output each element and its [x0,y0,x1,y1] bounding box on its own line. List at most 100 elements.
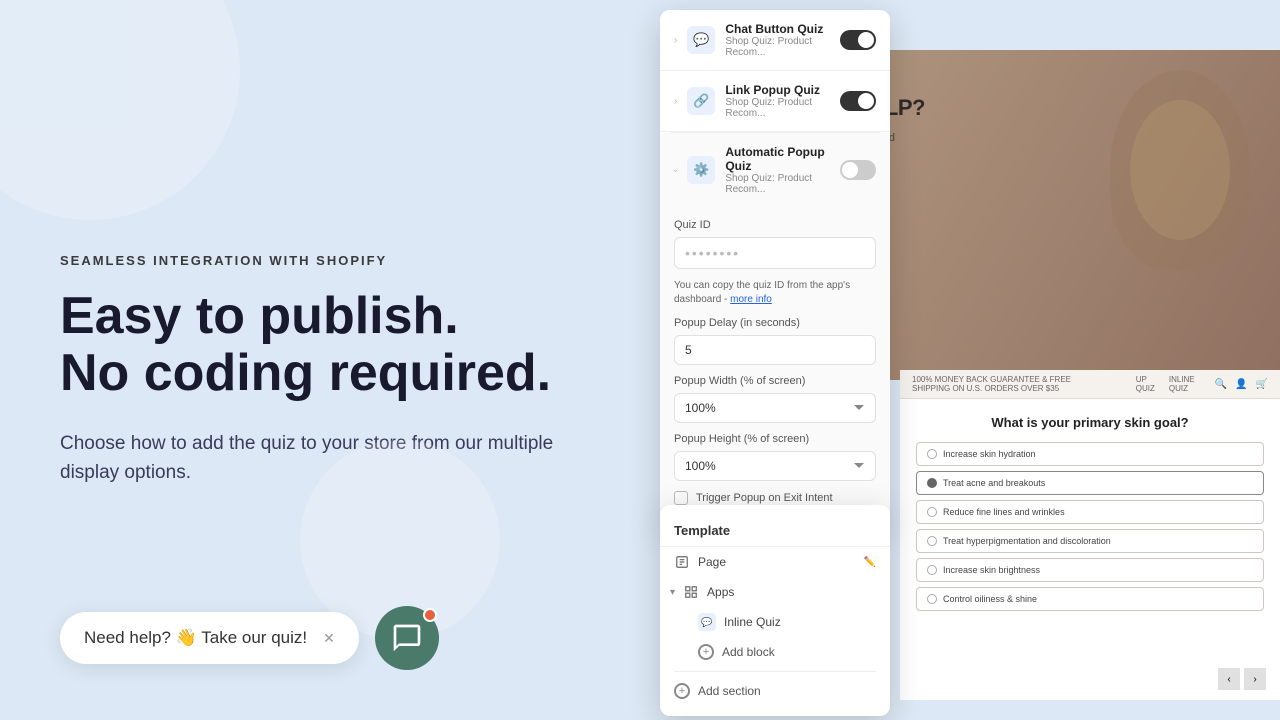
tpl-divider [674,671,876,672]
notification-dot [423,608,437,622]
option-label-5: Increase skin brightness [943,565,1040,575]
inline-quiz-icon: 💬 [698,613,716,631]
page-item[interactable]: Page ✏️ [660,547,890,577]
popup-width-label: Popup Width (% of screen) [674,375,876,387]
quiz-options: Increase skin hydration Treat acne and b… [916,442,1264,611]
chat-icon-button[interactable] [375,606,439,670]
quiz-id-section: Quiz ID You can copy the quiz ID from th… [660,207,890,525]
nav-store-header: 100% MONEY BACK GUARANTEE & FREE SHIPPIN… [912,375,1096,393]
quiz-icon-1: 💬 [687,26,715,54]
quiz-question: What is your primary skin goal? [916,415,1264,430]
quiz-id-label: Quiz ID [674,219,876,231]
chat-bubble[interactable]: Need help? 👋 Take our quiz! ✕ [60,612,359,664]
quiz-id-input[interactable] [674,237,876,269]
radio-5 [927,565,937,575]
chevron-right-icon-2: › [674,96,677,107]
quiz-option-3[interactable]: Reduce fine lines and wrinkles [916,500,1264,524]
page-label: Page [698,555,856,569]
chat-button-quiz-item[interactable]: › 💬 Chat Button Quiz Shop Quiz: Product … [660,10,890,71]
quiz-option-1[interactable]: Increase skin hydration [916,442,1264,466]
link-popup-quiz-item[interactable]: › 🔗 Link Popup Quiz Shop Quiz: Product R… [660,71,890,132]
nav-up-quiz[interactable]: UP QUIZ [1136,375,1155,393]
quiz-name-2: Link Popup Quiz [725,83,830,97]
skincare-quiz-panel: 100% MONEY BACK GUARANTEE & FREE SHIPPIN… [900,370,1280,700]
popup-delay-label: Popup Delay (in seconds) [674,317,876,329]
auto-popup-quiz-expanded: › ⚙️ Automatic Popup Quiz Shop Quiz: Pro… [660,133,890,526]
popup-width-select[interactable]: 100% 75% 50% [674,393,876,423]
apps-label: Apps [707,585,734,599]
cart-icon[interactable]: 🛒 [1256,379,1268,390]
add-block-btn[interactable]: + Add block [660,637,890,667]
trigger-popup-label: Trigger Popup on Exit Intent [696,492,833,504]
user-icon[interactable]: 👤 [1235,379,1247,390]
chevron-apps-icon: ▾ [670,587,675,598]
popup-height-label: Popup Height (% of screen) [674,433,876,445]
close-icon[interactable]: ✕ [323,630,335,647]
popup-delay-input[interactable] [674,335,876,365]
option-label-4: Treat hyperpigmentation and discoloratio… [943,536,1111,546]
add-section-label: Add section [698,684,761,698]
option-label-2: Treat acne and breakouts [943,478,1045,488]
quiz-text-3: Automatic Popup Quiz Shop Quiz: Product … [725,145,830,195]
nav-icons: 🔍 👤 🛒 [1215,379,1268,390]
popup-height-select[interactable]: 100% 75% 50% [674,451,876,481]
radio-6 [927,594,937,604]
nav-inline-quiz[interactable]: INLINE QUIZ [1169,375,1195,393]
quiz-body: What is your primary skin goal? Increase… [900,399,1280,632]
quiz-text-2: Link Popup Quiz Shop Quiz: Product Recom… [725,83,830,119]
template-panel: Template Page ✏️ ▾ Apps [660,505,890,716]
apps-icon [683,584,699,600]
quiz-icon-2: 🔗 [687,87,715,115]
radio-1 [927,449,937,459]
quiz-sub-2: Shop Quiz: Product Recom... [725,97,830,119]
search-icon[interactable]: 🔍 [1215,379,1227,390]
add-block-label: Add block [722,645,775,659]
inline-quiz-label: Inline Quiz [724,615,781,629]
page-icon [674,554,690,570]
quiz-option-5[interactable]: Increase skin brightness [916,558,1264,582]
trigger-popup-checkbox[interactable] [674,491,688,505]
quiz-id-help: You can copy the quiz ID from the app's … [674,279,876,307]
skincare-nav-bar: 100% MONEY BACK GUARANTEE & FREE SHIPPIN… [900,370,1280,399]
chevron-down-icon: › [670,168,681,171]
integration-label: SEAMLESS INTEGRATION WITH SHOPIFY [60,253,580,268]
quiz-icon-3: ⚙️ [687,156,715,184]
quiz-option-4[interactable]: Treat hyperpigmentation and discoloratio… [916,529,1264,553]
toggle-3[interactable] [840,160,876,180]
apps-section-toggle[interactable]: ▾ Apps [660,577,890,607]
radio-2 [927,478,937,488]
main-heading: Easy to publish. No coding required. [60,288,580,402]
option-label-6: Control oiliness & shine [943,594,1037,604]
edit-icon[interactable]: ✏️ [864,557,876,568]
nav-arrows: ‹ › [1218,668,1266,690]
toggle-2[interactable] [840,91,876,111]
chat-message: Need help? 👋 Take our quiz! [84,628,307,648]
chevron-right-icon: › [674,35,677,46]
quiz-config-panel: › 💬 Chat Button Quiz Shop Quiz: Product … [660,10,890,526]
auto-popup-quiz-item[interactable]: › ⚙️ Automatic Popup Quiz Shop Quiz: Pro… [660,133,890,207]
toggle-1[interactable] [840,30,876,50]
add-block-icon: + [698,644,714,660]
add-section-btn[interactable]: + Add section [660,676,890,706]
option-label-1: Increase skin hydration [943,449,1036,459]
template-label: Template [674,523,730,538]
chat-widget: Need help? 👋 Take our quiz! ✕ [60,606,439,670]
option-label-3: Reduce fine lines and wrinkles [943,507,1065,517]
add-section-icon: + [674,683,690,699]
chat-speech-icon [391,622,423,654]
inline-quiz-item[interactable]: 💬 Inline Quiz [660,607,890,637]
more-info-link[interactable]: more info [730,294,772,305]
skincare-nav: UP QUIZ INLINE QUIZ [1136,375,1195,393]
quiz-name-1: Chat Button Quiz [725,22,830,36]
template-header: Template [660,515,890,547]
prev-arrow[interactable]: ‹ [1218,668,1240,690]
radio-3 [927,507,937,517]
quiz-list: › 💬 Chat Button Quiz Shop Quiz: Product … [660,10,890,526]
quiz-option-6[interactable]: Control oiliness & shine [916,587,1264,611]
quiz-name-3: Automatic Popup Quiz [725,145,830,173]
quiz-sub-1: Shop Quiz: Product Recom... [725,36,830,58]
quiz-sub-3: Shop Quiz: Product Recom... [725,173,830,195]
quiz-option-2[interactable]: Treat acne and breakouts [916,471,1264,495]
next-arrow[interactable]: › [1244,668,1266,690]
radio-4 [927,536,937,546]
